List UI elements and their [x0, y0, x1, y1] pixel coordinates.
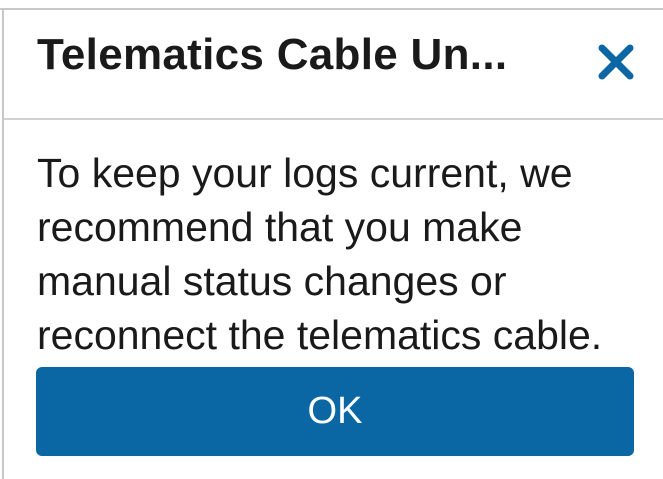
ok-button[interactable]: OK	[36, 367, 634, 456]
telematics-dialog: Telematics Cable Un... To keep your logs…	[0, 0, 663, 479]
dialog-title: Telematics Cable Un...	[37, 30, 508, 79]
close-button[interactable]	[594, 40, 638, 84]
dialog-message: To keep your logs current, we recommend …	[37, 150, 603, 358]
close-icon	[598, 44, 634, 80]
header-divider	[4, 118, 663, 120]
